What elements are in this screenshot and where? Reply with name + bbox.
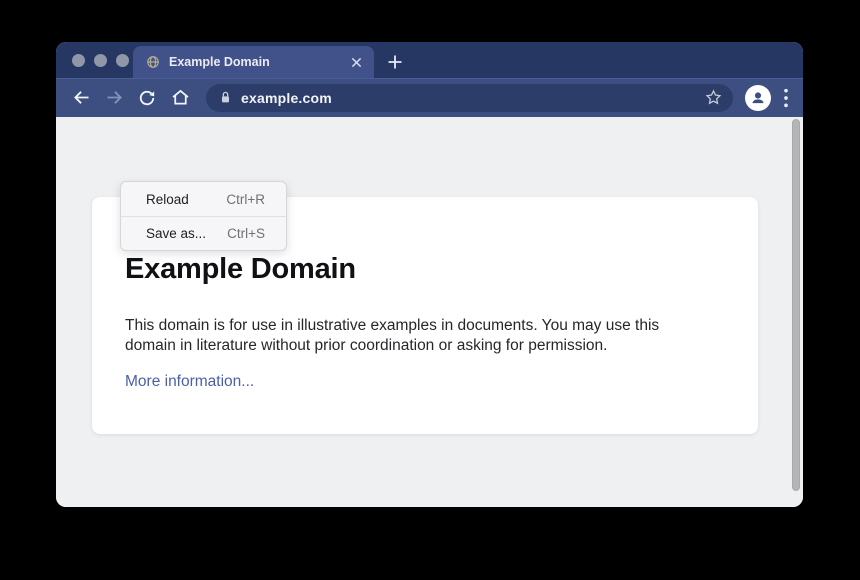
tab-close-icon[interactable] bbox=[348, 54, 364, 70]
forward-arrow-icon bbox=[104, 87, 125, 108]
home-button[interactable] bbox=[167, 85, 193, 111]
browser-menu-button[interactable] bbox=[783, 87, 789, 109]
url-text[interactable]: example.com bbox=[241, 90, 704, 106]
bookmark-star-icon[interactable] bbox=[704, 88, 723, 107]
profile-avatar-icon[interactable] bbox=[745, 85, 771, 111]
address-bar[interactable]: example.com bbox=[206, 84, 733, 112]
new-tab-button[interactable] bbox=[385, 52, 405, 72]
reload-icon bbox=[137, 88, 157, 108]
vertical-scrollbar[interactable] bbox=[792, 119, 800, 491]
back-arrow-icon bbox=[71, 87, 92, 108]
menu-item-shortcut: Ctrl+R bbox=[226, 192, 265, 207]
page-viewport: Example Domain This domain is for use in… bbox=[56, 117, 803, 507]
more-information-link[interactable]: More information... bbox=[125, 373, 254, 391]
menu-item-label: Save as... bbox=[146, 226, 206, 241]
tab-title: Example Domain bbox=[169, 55, 348, 69]
window-zoom-button[interactable] bbox=[116, 54, 129, 67]
kebab-menu-icon bbox=[783, 87, 789, 109]
lock-icon bbox=[219, 90, 232, 105]
home-icon bbox=[170, 87, 191, 108]
context-menu-item-reload[interactable]: Reload Ctrl+R bbox=[121, 182, 286, 216]
plus-icon bbox=[387, 54, 403, 70]
navigation-toolbar: example.com bbox=[56, 78, 803, 117]
window-minimize-button[interactable] bbox=[94, 54, 107, 67]
back-button[interactable] bbox=[68, 85, 94, 111]
reload-button[interactable] bbox=[134, 85, 160, 111]
browser-tab[interactable]: Example Domain bbox=[133, 46, 374, 78]
context-menu-item-save-as[interactable]: Save as... Ctrl+S bbox=[121, 216, 286, 250]
forward-button[interactable] bbox=[101, 85, 127, 111]
titlebar: Example Domain bbox=[56, 42, 803, 78]
menu-item-shortcut: Ctrl+S bbox=[227, 226, 265, 241]
globe-favicon-icon bbox=[146, 55, 160, 69]
window-controls bbox=[72, 54, 129, 67]
context-menu: Reload Ctrl+R Save as... Ctrl+S bbox=[120, 181, 287, 251]
menu-item-label: Reload bbox=[146, 192, 189, 207]
page-heading: Example Domain bbox=[125, 253, 718, 286]
browser-window: Example Domain bbox=[56, 42, 803, 507]
page-paragraph: This domain is for use in illustrative e… bbox=[125, 316, 711, 356]
window-close-button[interactable] bbox=[72, 54, 85, 67]
